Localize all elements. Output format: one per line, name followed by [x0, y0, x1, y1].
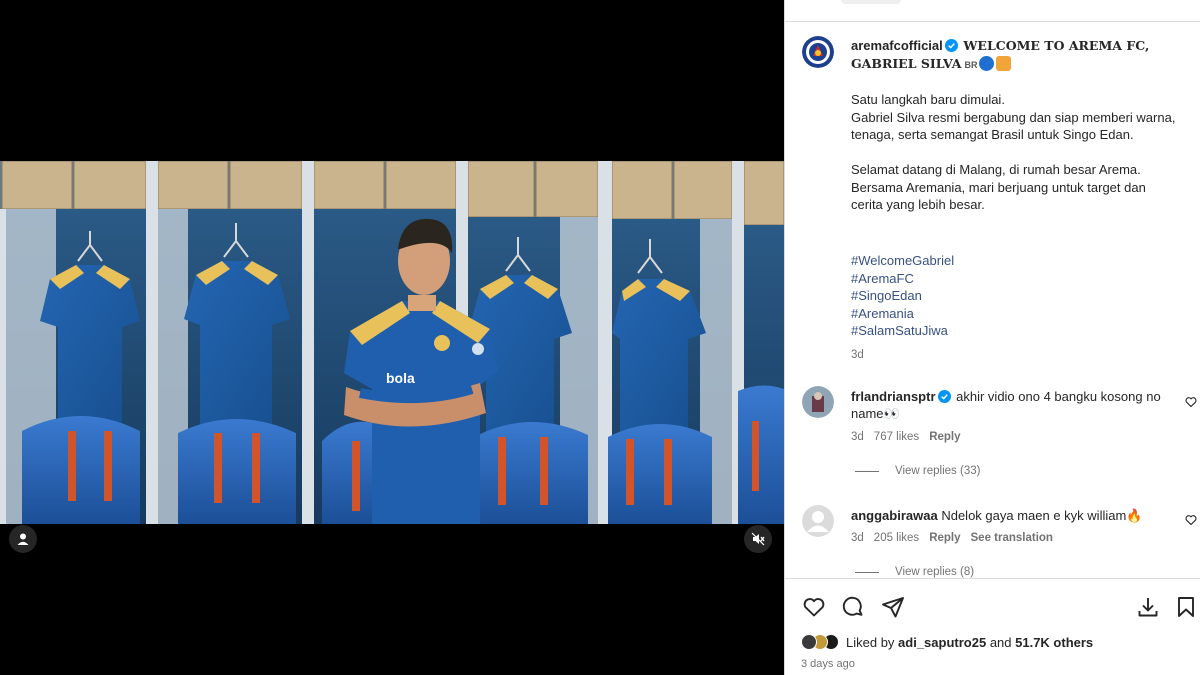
liked-by-prefix: Liked by	[846, 634, 899, 650]
comment-2: anggabirawaa Ndelok gaya maen e kyk will…	[851, 507, 1171, 524]
brazil-flag-label: BR	[964, 60, 978, 70]
caption-text: Satu langkah baru dimulai. Gabriel Silva…	[851, 91, 1181, 231]
like-button[interactable]	[802, 595, 826, 619]
post-media: bola	[0, 0, 784, 675]
hashtag-link[interactable]: #Aremania	[851, 305, 954, 323]
comment-icon	[842, 596, 863, 616]
commenter-avatar[interactable]	[802, 386, 834, 418]
post-side-panel: aremafcofficial WELCOME TO AREMA FC, GAB…	[784, 0, 1200, 675]
likes-summary: Liked by adi_saputro25 and 51.7K others	[801, 634, 1093, 650]
comment-button[interactable]	[841, 595, 865, 619]
comment-2-meta: 3d 205 likes Reply See translation	[851, 532, 1053, 544]
liked-by-mid: and	[986, 634, 1016, 650]
avatar-photo	[802, 386, 834, 418]
divider-line	[855, 571, 879, 573]
author-avatar[interactable]	[802, 36, 834, 68]
caption-header: aremafcofficial WELCOME TO AREMA FC, GAB…	[851, 37, 1151, 74]
verified-badge-icon	[937, 390, 951, 403]
speaker-muted-icon	[751, 532, 765, 546]
comment-likes[interactable]: 205 likes	[874, 532, 919, 544]
save-button[interactable]	[1174, 595, 1198, 619]
liked-by-count[interactable]: 51.7K others	[1015, 635, 1093, 650]
bookmark-icon	[1178, 597, 1194, 617]
view-replies-label: View replies (33)	[895, 465, 981, 477]
arema-logo-icon	[802, 36, 834, 68]
comment-text: Ndelok gaya maen e kyk william🔥	[941, 508, 1143, 523]
hashtag-link[interactable]: #AremaFC	[851, 270, 954, 288]
comment-age: 3d	[851, 532, 864, 544]
svg-text:bola: bola	[386, 370, 415, 386]
comment-1-meta: 3d 767 likes Reply	[851, 431, 961, 443]
liker-avatar	[801, 634, 817, 650]
caption-age: 3d	[851, 349, 864, 361]
liked-by-user[interactable]: adi_saputro25	[898, 635, 986, 650]
hashtag-link[interactable]: #SingoEdan	[851, 287, 954, 305]
comment-likes[interactable]: 767 likes	[874, 431, 919, 443]
comment-age: 3d	[851, 431, 864, 443]
download-icon	[1138, 598, 1158, 617]
heart-icon	[803, 598, 825, 617]
caption-paragraph-2: Selamat datang di Malang, di rumah besar…	[851, 162, 1146, 212]
user-tag-button[interactable]	[9, 525, 37, 553]
commenter-avatar[interactable]	[802, 505, 834, 537]
view-replies-label: View replies (8)	[895, 566, 975, 578]
comment-like-heart-icon[interactable]	[1185, 514, 1197, 526]
liked-by-text: Liked by adi_saputro25 and 51.7K others	[846, 635, 1093, 650]
post-timestamp: 3 days ago	[801, 658, 855, 670]
paper-plane-icon	[882, 597, 904, 618]
user-icon	[17, 533, 29, 545]
divider-line	[855, 470, 879, 472]
hashtag-link[interactable]: #SalamSatuJiwa	[851, 322, 954, 340]
hashtag-list: #WelcomeGabriel #AremaFC #SingoEdan #Are…	[851, 252, 954, 340]
lion-emoji	[996, 56, 1012, 71]
default-avatar-icon	[802, 505, 834, 537]
caption-paragraph-1: Satu langkah baru dimulai. Gabriel Silva…	[851, 92, 1176, 142]
see-translation-button[interactable]: See translation	[971, 532, 1053, 544]
hashtag-link[interactable]: #WelcomeGabriel	[851, 252, 954, 270]
comment-username[interactable]: anggabirawaa	[851, 508, 938, 523]
header-placeholder	[841, 0, 901, 4]
comment-like-heart-icon[interactable]	[1185, 396, 1197, 408]
comments-scroll-area[interactable]: aremafcofficial WELCOME TO AREMA FC, GAB…	[785, 22, 1200, 578]
share-button[interactable]	[881, 595, 905, 619]
author-username[interactable]: aremafcofficial	[851, 38, 943, 53]
view-replies-button[interactable]: View replies (8)	[855, 566, 974, 578]
post-video[interactable]: bola	[0, 161, 784, 524]
post-header-stub	[785, 0, 1200, 22]
comment-username[interactable]: frlandriansptr	[851, 389, 936, 404]
post-actions-bar: Liked by adi_saputro25 and 51.7K others …	[785, 578, 1200, 675]
reply-button[interactable]: Reply	[929, 532, 960, 544]
verified-badge-icon	[944, 39, 958, 52]
comment-1: frlandriansptr akhir vidio ono 4 bangku …	[851, 388, 1171, 422]
mute-button[interactable]	[744, 525, 772, 553]
blue-circle-emoji	[979, 56, 995, 71]
download-button[interactable]	[1136, 595, 1160, 619]
reply-button[interactable]: Reply	[929, 431, 960, 443]
video-frame: bola	[0, 161, 784, 524]
view-replies-button[interactable]: View replies (33)	[855, 465, 980, 477]
